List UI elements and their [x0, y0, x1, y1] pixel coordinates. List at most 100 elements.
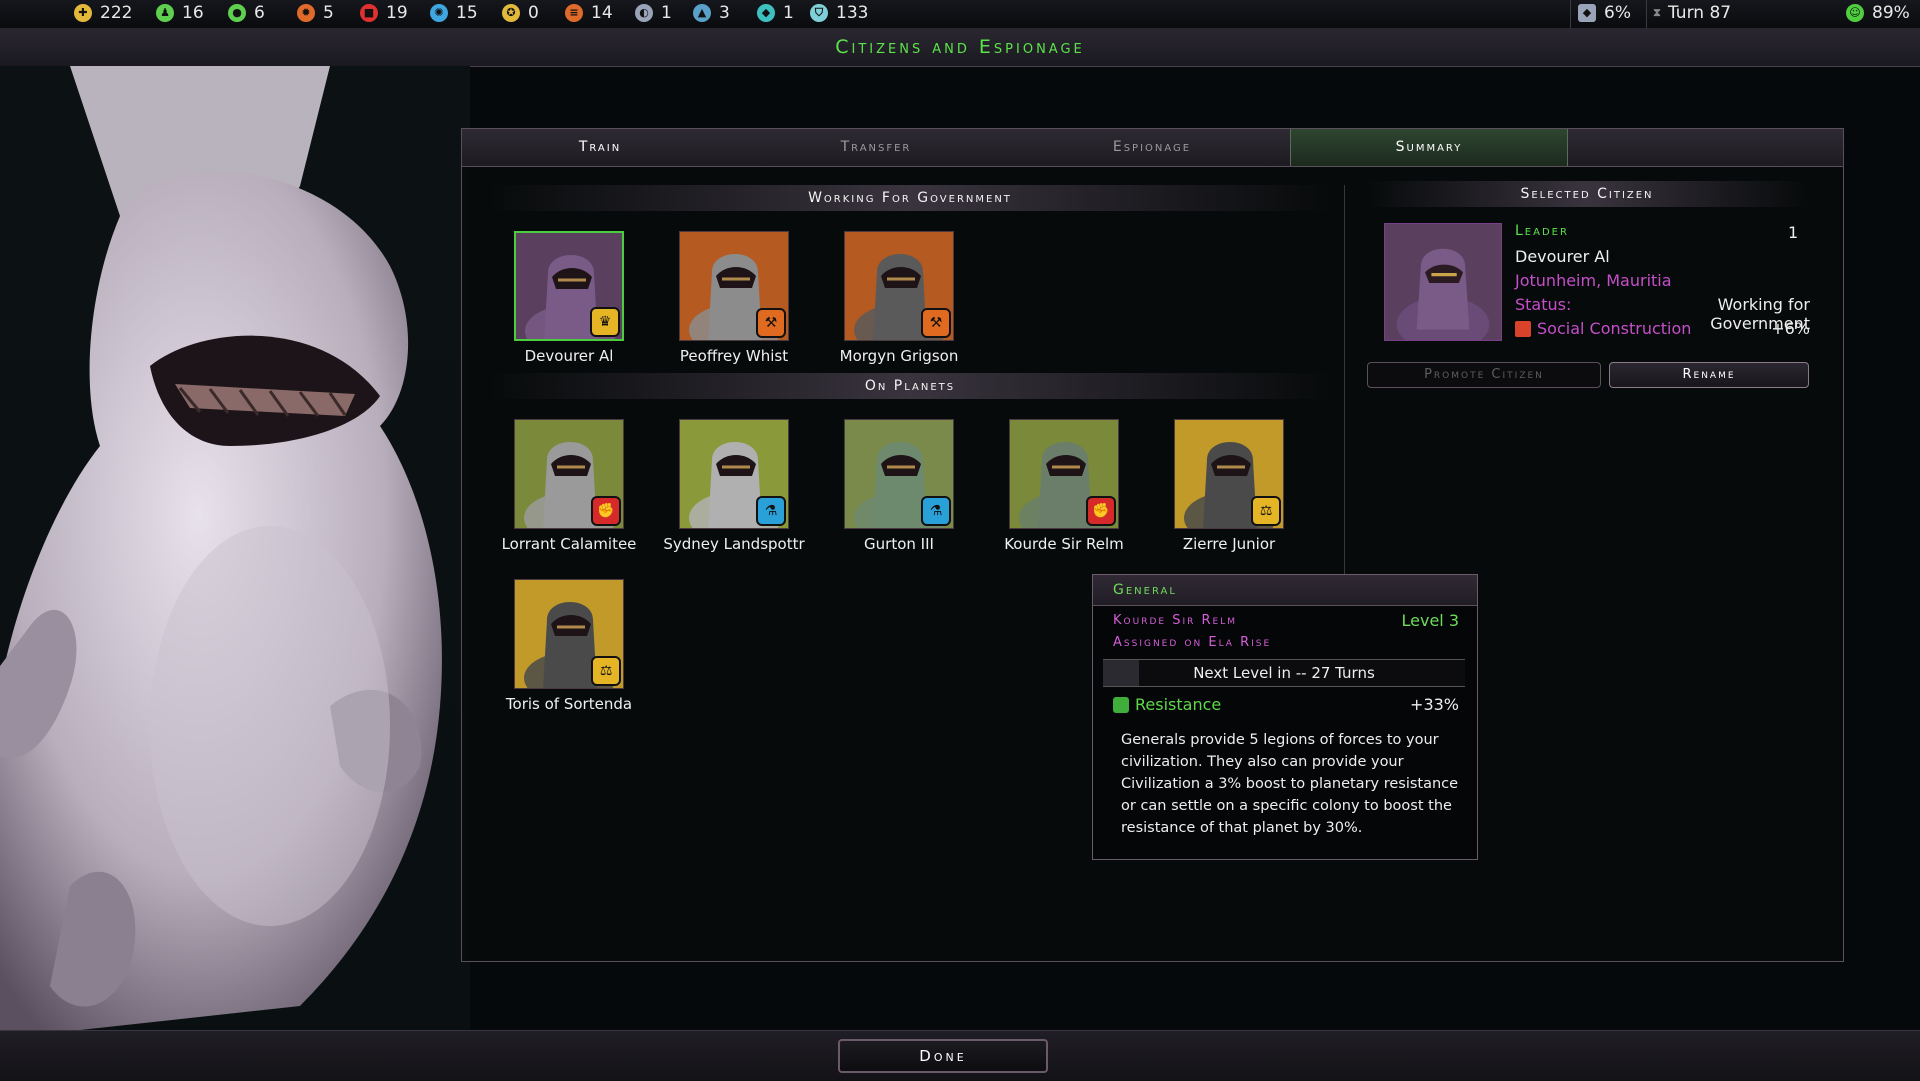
scales-icon: ⚖	[1251, 496, 1281, 526]
resistance-icon	[1113, 696, 1129, 713]
tooltip-citizen-name: Kourde Sir Relm	[1113, 613, 1237, 628]
page-title: Citizens and Espionage	[835, 36, 1085, 58]
citizen-portrait[interactable]: ⚒	[679, 231, 789, 341]
tab-train[interactable]: Train	[462, 129, 738, 166]
hourglass-icon: ⧗	[1653, 6, 1661, 19]
bottom-bar: Done	[0, 1030, 1920, 1081]
tooltip-description: Generals provide 5 legions of forces to …	[1121, 732, 1459, 836]
tab-espionage[interactable]: Espionage	[1014, 129, 1290, 166]
selected-location[interactable]: Jotunheim, Mauritia	[1515, 271, 1672, 290]
selected-role: Leader	[1515, 223, 1569, 239]
resource-item[interactable]: ▲ 3	[693, 3, 730, 23]
citizen-tooltip: General Kourde Sir Relm Level 3 Assigned…	[1092, 574, 1478, 860]
done-button[interactable]: Done	[838, 1039, 1048, 1073]
level-progress-bar: Next Level in -- 27 Turns	[1103, 659, 1465, 687]
next-level-text: Next Level in -- 27 Turns	[1193, 664, 1375, 682]
flask-icon: ⚗	[921, 496, 951, 526]
citizen-name: Sydney Landspottr	[663, 535, 805, 553]
approval-rating[interactable]: ☺ 89%	[1846, 3, 1910, 23]
portrait-image	[1385, 224, 1501, 340]
selected-status-label: Status:	[1515, 295, 1572, 314]
shield-resource-icon: ⛉	[810, 4, 828, 22]
citizen-card[interactable]: ⚗ Gurton III	[824, 419, 974, 553]
resource-value: 19	[386, 3, 408, 23]
citizen-portrait[interactable]: ⚗	[844, 419, 954, 529]
food-icon: ●	[228, 4, 246, 22]
turn-value: Turn 87	[1668, 3, 1732, 23]
promethion-icon: ◆	[757, 4, 775, 22]
tooltip-stat-label: Resistance	[1135, 695, 1222, 714]
resource-item[interactable]: ⛉ 133	[810, 3, 868, 23]
selected-bonus: Social Construction	[1515, 319, 1691, 338]
resource-item[interactable]: ≡ 14	[565, 3, 613, 23]
citizen-portrait[interactable]: ✊	[1009, 419, 1119, 529]
military-icon: ■	[360, 4, 378, 22]
citizen-portrait[interactable]: ♛	[514, 231, 624, 341]
citizen-portrait[interactable]: ⚖	[514, 579, 624, 689]
resource-item[interactable]: ● 6	[228, 3, 265, 23]
citizen-portrait[interactable]: ✊	[514, 419, 624, 529]
elerium-icon: ◐	[635, 4, 653, 22]
flask-icon: ⚗	[756, 496, 786, 526]
fist-icon: ✊	[1086, 496, 1116, 526]
citizen-card[interactable]: ⚗ Sydney Landspottr	[659, 419, 809, 553]
citizen-name: Zierre Junior	[1182, 535, 1276, 553]
citizen-name: Kourde Sir Relm	[1004, 535, 1124, 553]
tooltip-assignment: Assigned on Ela Rise	[1113, 635, 1272, 650]
resource-item[interactable]: ◆ 1	[757, 3, 794, 23]
title-bar: Citizens and Espionage	[0, 28, 1920, 67]
citizen-card[interactable]: ✊ Kourde Sir Relm	[989, 419, 1139, 553]
citizen-name: Gurton III	[864, 535, 934, 553]
resource-value: 133	[836, 3, 869, 23]
selected-bonus-label: Social Construction	[1537, 319, 1692, 338]
section-government-header: Working For Government	[490, 185, 1330, 211]
tab-summary[interactable]: Summary	[1290, 129, 1568, 166]
tooltip-title: General	[1093, 575, 1477, 606]
section-selected-header: Selected Citizen	[1367, 181, 1807, 207]
tax-value: 6%	[1604, 3, 1631, 23]
citizen-portrait[interactable]: ⚗	[679, 419, 789, 529]
crown-icon: ♛	[590, 307, 620, 337]
tax-rate[interactable]: ◆ 6%	[1578, 3, 1631, 23]
influence-icon: ✪	[502, 4, 520, 22]
citizen-card[interactable]: ⚒ Morgyn Grigson	[824, 231, 974, 365]
citizen-portrait[interactable]: ⚒	[844, 231, 954, 341]
manufacturing-icon: ≡	[565, 4, 583, 22]
resource-value: 14	[591, 3, 613, 23]
resource-value: 16	[182, 3, 204, 23]
resource-item[interactable]: ◐ 1	[635, 3, 672, 23]
tab-transfer[interactable]: Transfer	[738, 129, 1014, 166]
citizen-card[interactable]: ⚒ Peoffrey Whist	[659, 231, 809, 365]
resource-separator	[1570, 0, 1571, 28]
resource-value: 222	[100, 3, 133, 23]
citizen-name: Devourer Al	[524, 347, 614, 365]
promote-citizen-button[interactable]: Promote Citizen	[1367, 362, 1601, 388]
citizen-card[interactable]: ⚖ Toris of Sortenda	[494, 579, 644, 713]
citizen-card[interactable]: ⚖ Zierre Junior	[1154, 419, 1304, 553]
selected-name: Devourer Al	[1515, 247, 1610, 266]
citizen-name: Toris of Sortenda	[505, 695, 633, 713]
resource-separator	[1646, 0, 1647, 28]
selected-citizen-portrait	[1384, 223, 1502, 341]
population-icon: ♟	[156, 4, 174, 22]
tax-icon: ◆	[1578, 4, 1596, 22]
tab-bar: Train Transfer Espionage Summary	[462, 129, 1843, 167]
resource-item[interactable]: ✪ 0	[502, 3, 539, 23]
research-icon: ✺	[430, 4, 448, 22]
alien-leader-illustration	[0, 66, 470, 1030]
citizen-name: Morgyn Grigson	[839, 347, 959, 365]
resource-bar: ✚ 222 ♟ 16 ● 6 ✹ 5 ■ 19 ✺ 15 ✪ 0 ≡ 14 ◐ 1 ▲ 3 ◆ 1 ⛉ 133 ◆ 6% ⧗ …	[0, 0, 1920, 29]
fist-icon: ✊	[591, 496, 621, 526]
resource-item[interactable]: ✹ 5	[297, 3, 334, 23]
citizen-card[interactable]: ✊ Lorrant Calamitee	[494, 419, 644, 553]
resource-item[interactable]: ■ 19	[360, 3, 408, 23]
citizen-portrait[interactable]: ⚖	[1174, 419, 1284, 529]
resource-item[interactable]: ✚ 222	[74, 3, 132, 23]
resource-item[interactable]: ♟ 16	[156, 3, 204, 23]
rename-button[interactable]: Rename	[1609, 362, 1809, 388]
smiley-icon: ☺	[1846, 4, 1864, 22]
resource-item[interactable]: ✺ 15	[430, 3, 478, 23]
worker-icon: ⚒	[756, 308, 786, 338]
worker-icon: ⚒	[921, 308, 951, 338]
citizen-card[interactable]: ♛ Devourer Al	[494, 231, 644, 365]
